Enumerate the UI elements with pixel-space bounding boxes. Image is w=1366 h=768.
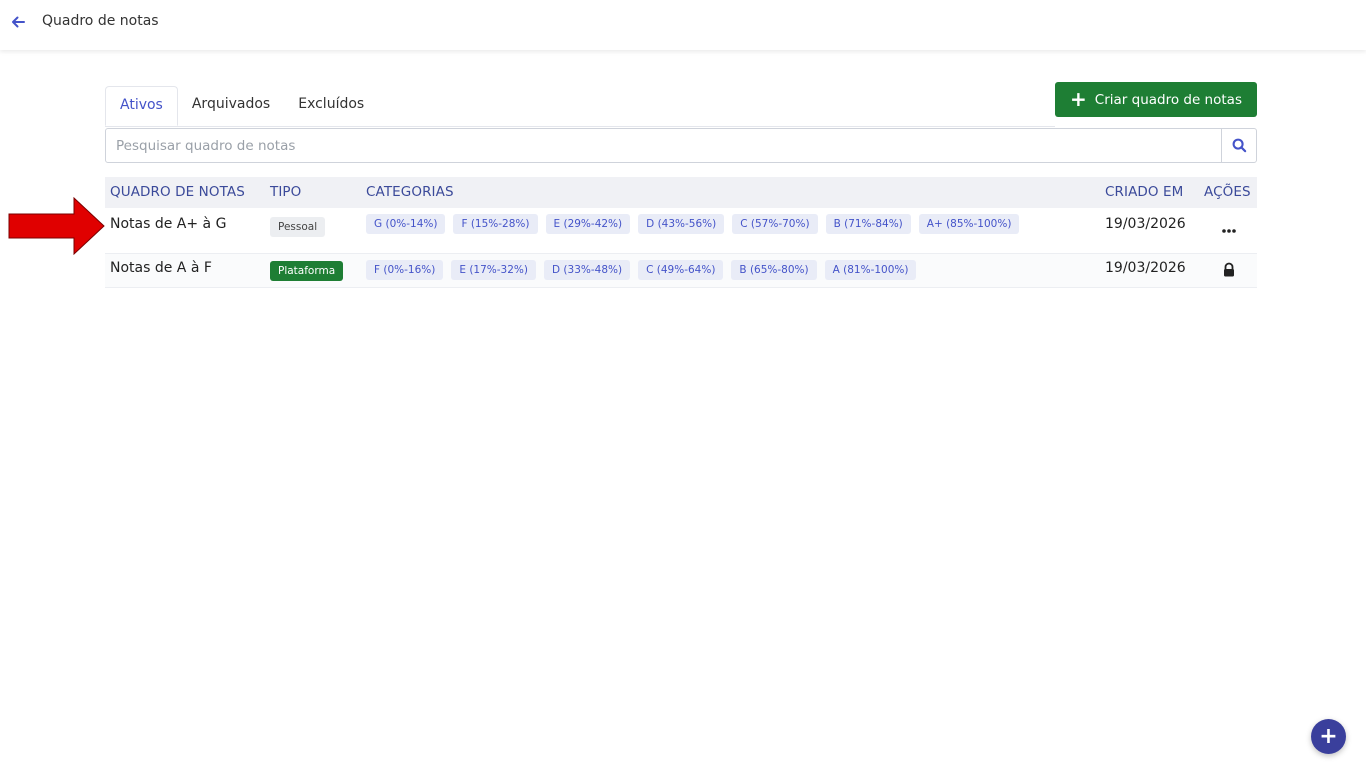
plus-icon: + (1070, 86, 1087, 111)
tab-arquivados[interactable]: Arquivados (178, 86, 284, 126)
gradebook-name[interactable]: Notas de A+ à G (110, 216, 226, 232)
header-name[interactable]: QUADRO DE NOTAS (110, 184, 245, 200)
tab-ativos[interactable]: Ativos (105, 86, 178, 126)
category-chip: E (17%-32%) (451, 260, 536, 280)
gradebook-table: QUADRO DE NOTAS TIPO CATEGORIAS CRIADO E… (105, 177, 1257, 288)
category-list: F (0%-16%) E (17%-32%) D (33%-48%) C (49… (366, 260, 917, 280)
search-button[interactable] (1221, 129, 1256, 162)
created-date: 19/03/2026 (1105, 260, 1186, 276)
table-header: QUADRO DE NOTAS TIPO CATEGORIAS CRIADO E… (105, 177, 1257, 208)
category-chip: D (43%-56%) (638, 214, 725, 234)
category-chip: A (81%-100%) (824, 260, 917, 280)
create-gradebook-button[interactable]: + Criar quadro de notas (1055, 82, 1257, 117)
lock-icon (1224, 262, 1234, 277)
tab-divider (105, 126, 1055, 127)
top-bar: Quadro de notas (0, 0, 1366, 50)
gradebook-name[interactable]: Notas de A à F (110, 260, 212, 276)
category-chip: A+ (85%-100%) (918, 214, 1020, 234)
category-chip: F (15%-28%) (453, 214, 538, 234)
type-badge: Plataforma (270, 261, 344, 281)
category-chip: D (33%-48%) (544, 260, 631, 280)
create-gradebook-label: Criar quadro de notas (1094, 91, 1242, 108)
type-badge: Pessoal (270, 217, 326, 237)
arrow-left-icon[interactable] (9, 13, 27, 31)
table-row[interactable]: Notas de A+ à G Pessoal G (0%-14%) F (15… (105, 208, 1257, 254)
search-bar (105, 128, 1257, 163)
search-input[interactable] (106, 129, 1221, 162)
header-categories: CATEGORIAS (366, 184, 454, 200)
category-chip: G (0%-14%) (366, 214, 446, 234)
category-chip: F (0%-16%) (366, 260, 444, 280)
category-chip: B (71%-84%) (825, 214, 911, 234)
category-list: G (0%-14%) F (15%-28%) E (29%-42%) D (43… (366, 214, 1020, 234)
header-actions: AÇÕES (1204, 184, 1251, 200)
header-created[interactable]: CRIADO EM (1105, 184, 1183, 200)
page-title: Quadro de notas (42, 13, 159, 29)
tab-excluidos[interactable]: Excluídos (284, 86, 378, 126)
more-horizontal-icon[interactable] (1220, 222, 1238, 240)
category-chip: C (57%-70%) (732, 214, 818, 234)
table-row[interactable]: Notas de A à F Plataforma F (0%-16%) E (… (105, 254, 1257, 288)
category-chip: B (65%-80%) (731, 260, 817, 280)
category-chip: E (29%-42%) (545, 214, 631, 234)
category-chip: C (49%-64%) (638, 260, 724, 280)
tab-bar: Ativos Arquivados Excluídos (105, 86, 378, 126)
search-icon (1232, 138, 1246, 153)
created-date: 19/03/2026 (1105, 216, 1186, 232)
header-type[interactable]: TIPO (270, 184, 301, 200)
annotation-arrow-icon (8, 197, 105, 255)
fab-add-button[interactable]: + (1311, 719, 1346, 754)
